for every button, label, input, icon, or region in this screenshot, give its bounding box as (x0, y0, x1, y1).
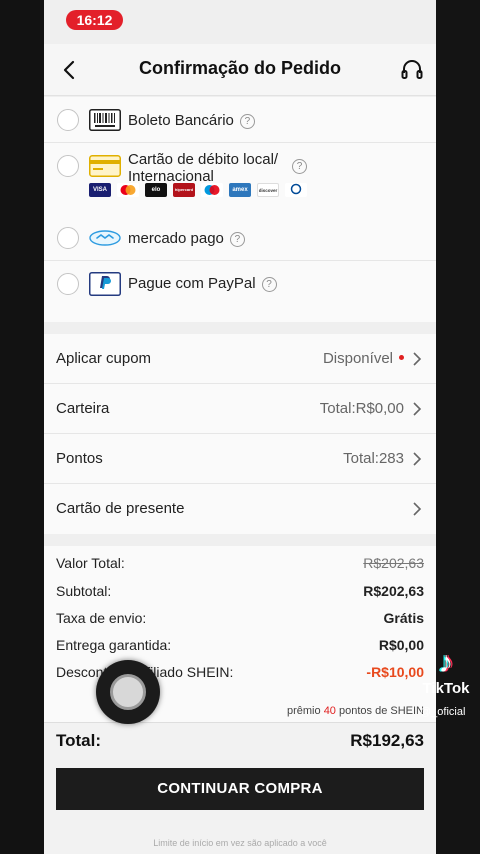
video-right-bar (436, 0, 480, 854)
video-left-bar (0, 0, 44, 854)
paypal-icon (89, 272, 121, 301)
option-label: Aplicar cupom (56, 350, 152, 367)
payment-option-paypal[interactable]: Pague com PayPal? (44, 261, 436, 322)
option-value: Disponível (323, 350, 404, 367)
summary-value: R$202,63 (363, 555, 424, 571)
status-time: 16:12 (66, 10, 123, 30)
hipercard-logo-icon: hipercard (173, 183, 195, 197)
payment-label: Pague com PayPal? (128, 275, 277, 292)
checkout-footer: Total: R$192,63 CONTINUAR COMPRA Limite … (44, 722, 436, 854)
headset-icon (401, 60, 423, 79)
page-title: Confirmação do Pedido (138, 58, 342, 78)
payment-label: Boleto Bancário? (128, 112, 255, 129)
option-label: Pontos (56, 450, 103, 467)
option-value: Total:283 (343, 450, 404, 467)
radio-button[interactable] (57, 227, 79, 249)
assistive-touch-icon (110, 674, 146, 710)
tiktok-wordmark: TikTok (422, 680, 470, 697)
card-icon (89, 155, 121, 182)
assistive-touch-button[interactable] (96, 660, 160, 724)
notification-dot (399, 355, 404, 360)
payment-label: Cartão de débito local/ Internacional (128, 151, 279, 185)
section-gap (44, 322, 436, 334)
boleto-barcode-icon (89, 109, 121, 136)
summary-label: Taxa de envio: (56, 610, 147, 626)
option-label: Cartão de presente (56, 500, 185, 517)
phone-screen: 16:12 Confirmação do Pedido Boleto Bancá… (44, 0, 436, 854)
chevron-right-icon (413, 352, 422, 366)
points-reward-note: prêmio 40 pontos de SHEIN (287, 705, 424, 717)
tiktok-username: @_oficial (420, 706, 466, 718)
visa-logo-icon: VISA (89, 183, 111, 197)
summary-value: R$202,63 (363, 583, 424, 599)
radio-button[interactable] (57, 155, 79, 177)
chevron-right-icon (413, 502, 422, 516)
tiktok-watermark: ♪ TikTok (416, 646, 476, 697)
help-icon[interactable]: ? (292, 159, 307, 174)
help-icon[interactable]: ? (261, 277, 277, 292)
payment-option-boleto[interactable]: Boleto Bancário? (44, 97, 436, 143)
card-brand-logos: VISA elo hipercard amex discover (89, 183, 307, 197)
chevron-right-icon (413, 452, 422, 466)
section-gap (44, 536, 436, 546)
apply-coupon-row[interactable]: Aplicar cupom Disponível (44, 334, 436, 384)
help-icon[interactable]: ? (239, 114, 255, 129)
footnote: Limite de início em vez são aplicado a v… (153, 838, 327, 848)
diners-logo-icon (285, 183, 307, 197)
gift-card-row[interactable]: Cartão de presente (44, 484, 436, 534)
elo-logo-icon: elo (145, 183, 167, 197)
continue-purchase-button[interactable]: CONTINUAR COMPRA (56, 768, 424, 810)
payment-option-mercadopago[interactable]: mercado pago? (44, 215, 436, 261)
radio-button[interactable] (57, 273, 79, 295)
total-label: Total: (56, 731, 102, 750)
option-value: Total:R$0,00 (319, 400, 404, 417)
chevron-right-icon (413, 402, 422, 416)
app-header: Confirmação do Pedido (44, 44, 436, 96)
summary-label: Entrega garantida: (56, 637, 172, 653)
amex-logo-icon: amex (229, 183, 251, 197)
summary-label: Valor Total: (56, 555, 125, 571)
summary-value: Grátis (383, 610, 424, 626)
order-options: Aplicar cupom Disponível Carteira Total:… (44, 334, 436, 534)
mastercard-logo-icon (117, 183, 139, 197)
points-row[interactable]: Pontos Total:283 (44, 434, 436, 484)
payment-label: mercado pago? (128, 230, 245, 247)
maestro-logo-icon (201, 183, 223, 197)
payment-method-list: Boleto Bancário? Cartão de débito local/… (44, 97, 436, 322)
help-icon[interactable]: ? (229, 232, 245, 247)
discover-logo-icon: discover (257, 183, 279, 197)
mercado-pago-icon (89, 229, 121, 252)
support-button[interactable] (398, 56, 426, 84)
summary-label: Subtotal: (56, 583, 112, 599)
radio-button[interactable] (57, 109, 79, 131)
wallet-row[interactable]: Carteira Total:R$0,00 (44, 384, 436, 434)
tiktok-note-icon: ♪ (438, 646, 454, 679)
option-label: Carteira (56, 400, 110, 417)
total-value: R$192,63 (350, 731, 424, 750)
